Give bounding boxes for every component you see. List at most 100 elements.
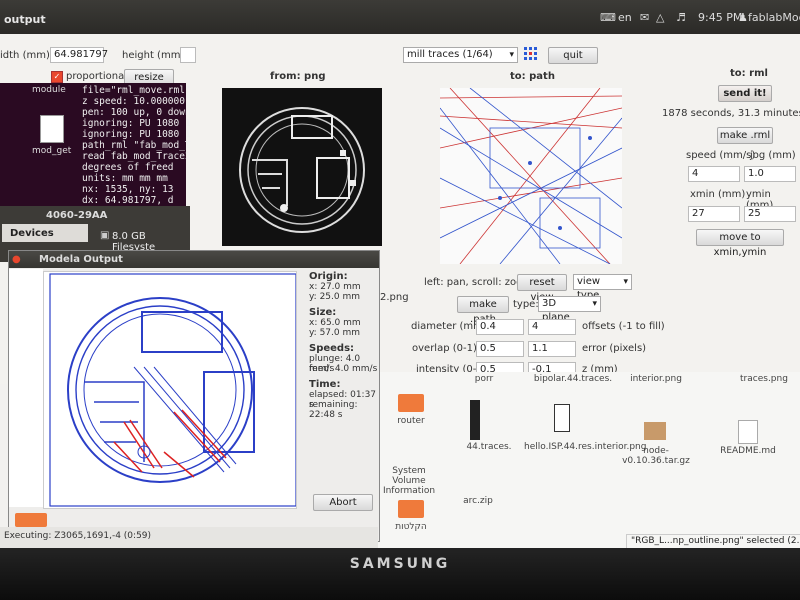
desktop-icon-mod-get[interactable]: mod_get xyxy=(32,146,71,156)
file-label[interactable]: bipolar.44.traces. xyxy=(528,374,618,384)
make-path-button[interactable]: make .path xyxy=(457,296,509,325)
volume-icon[interactable]: ♬ xyxy=(676,11,686,24)
height-label: height (mm): xyxy=(122,50,188,61)
reset-view-button[interactable]: reset view xyxy=(517,274,567,303)
folder-label[interactable]: System Volume Information xyxy=(378,466,440,496)
lang-indicator[interactable]: en xyxy=(618,11,632,24)
overlap-input[interactable]: 0.5 xyxy=(476,341,524,357)
selection-status-text: "RGB_L...np_outline.png" selected (2.3 k… xyxy=(631,536,800,546)
file-icon[interactable] xyxy=(40,115,64,143)
xmin-label: xmin (mm) xyxy=(690,189,746,200)
path-preview[interactable] xyxy=(439,87,623,265)
origin-x: x: 27.0 mm xyxy=(309,282,361,292)
archive-icon[interactable] xyxy=(644,422,666,440)
xmin-input[interactable]: 27 xyxy=(688,206,740,222)
size-label: Size: xyxy=(309,307,337,318)
file-label[interactable]: node-v0.10.36.tar.gz xyxy=(610,446,702,466)
grid-icon[interactable] xyxy=(524,47,538,61)
speed-label: speed (mm/s) xyxy=(686,150,756,161)
executing-status: Executing: Z3065,1691,-4 (0:59) xyxy=(4,531,152,541)
jog-label: jog (mm) xyxy=(750,150,796,161)
folder-icon[interactable] xyxy=(398,500,424,518)
user-icon: ♟ xyxy=(738,11,748,24)
speed-input[interactable]: 4 xyxy=(688,166,740,182)
devices-tab-label: Devices xyxy=(10,228,54,239)
time-estimate: 1878 seconds, 31.3 minutes, 0.52 xyxy=(662,108,800,119)
folder-label[interactable]: הקלטות xyxy=(386,522,436,532)
terminal-line: pen: 100 up, 0 down xyxy=(82,107,191,118)
abort-button[interactable]: Abort xyxy=(313,494,373,511)
devices-tab[interactable]: Devices xyxy=(2,224,88,242)
terminal-line: path_rml "fab_mod_T xyxy=(82,140,191,151)
top-panel: output ⌨ en ✉ △ ♬ 9:45 PM ♟ fablabMode xyxy=(0,0,800,34)
size-y: y: 57.0 mm xyxy=(309,328,360,338)
quit-button[interactable]: quit xyxy=(548,47,598,64)
offsets-label: offsets (-1 to fill) xyxy=(582,321,665,332)
modela-title: Modela Output xyxy=(39,254,123,265)
modela-title-bar: ● Modela Output xyxy=(9,251,379,268)
file-label[interactable]: interior.png xyxy=(626,374,686,384)
offsets-input[interactable]: 4 xyxy=(528,319,576,335)
window-title: output xyxy=(4,13,46,26)
feed-speed: feed: 4.0 mm/s xyxy=(309,364,378,374)
remaining-time: remaining: 22:48 s xyxy=(309,400,358,420)
speeds-label: Speeds: xyxy=(309,343,355,354)
file-label[interactable]: traces.png xyxy=(734,374,794,384)
height-input[interactable] xyxy=(180,47,196,63)
file-label[interactable]: arc.zip xyxy=(458,496,498,506)
from-png-heading: from: png xyxy=(270,71,326,82)
file-label[interactable]: README.md xyxy=(718,446,778,456)
terminal-line: nx: 1535, ny: 13 xyxy=(82,184,174,195)
desktop-icon-module[interactable]: module xyxy=(32,85,66,95)
move-xmin-ymin-button[interactable]: move to xmin,ymin xyxy=(696,229,784,258)
image-thumb[interactable] xyxy=(554,404,570,432)
png-preview[interactable] xyxy=(222,88,382,246)
jog-input[interactable]: 1.0 xyxy=(744,166,796,182)
size-x: x: 65.0 mm xyxy=(309,318,361,328)
to-rml-heading: to: rml xyxy=(730,68,768,79)
status-bar: Executing: Z3065,1691,-4 (0:59) xyxy=(0,527,378,548)
overlap-label: overlap (0-1) xyxy=(412,343,477,354)
modela-output-window: ● Modela Output Origin: x: 27.0 mm y: 25… xyxy=(8,250,380,542)
process-select[interactable]: mill traces (1/64) xyxy=(403,47,518,63)
width-input[interactable]: 64.981797 xyxy=(50,47,108,63)
progress-indicator xyxy=(15,513,47,527)
filename-fragment: 2.png xyxy=(380,292,409,303)
image-thumb[interactable] xyxy=(470,400,480,440)
error-label: error (pixels) xyxy=(582,343,647,354)
diameter-input[interactable]: 0.4 xyxy=(476,319,524,335)
terminal-line: dx: 64.981797, d xyxy=(82,195,174,206)
screen: output ⌨ en ✉ △ ♬ 9:45 PM ♟ fablabMode i… xyxy=(0,0,800,548)
folder-label[interactable]: router xyxy=(386,416,436,426)
proportional-checkbox[interactable]: ✓ xyxy=(51,71,63,83)
user-menu[interactable]: fablabMode xyxy=(748,11,800,24)
ymin-input[interactable]: 25 xyxy=(744,206,796,222)
clock[interactable]: 9:45 PM xyxy=(698,11,742,24)
time-label: Time: xyxy=(309,379,341,390)
terminal-window[interactable]: module mod_get file="rml_move.rml" z spe… xyxy=(0,83,191,213)
file-label[interactable]: hello.ISP.44.res.interior.png xyxy=(524,442,646,452)
text-file-icon[interactable] xyxy=(738,420,758,444)
terminal-line: degrees of freed xyxy=(82,162,174,173)
proportional-label: proportional xyxy=(66,71,127,82)
close-icon[interactable]: ● xyxy=(12,254,21,265)
terminal-line: read fab_mod_Trace2 xyxy=(82,151,191,162)
type-select[interactable]: 3D plane xyxy=(538,296,601,323)
terminal-line: ignoring: PU 1080 1 xyxy=(82,129,191,140)
terminal-line: z speed: 10.000000 xyxy=(82,96,185,107)
send-button[interactable]: send it! xyxy=(718,85,772,102)
mail-icon[interactable]: ✉ xyxy=(640,11,649,24)
keyboard-icon[interactable]: ⌨ xyxy=(600,11,616,24)
wifi-icon[interactable]: △ xyxy=(656,11,664,24)
toolpath-canvas[interactable] xyxy=(43,271,297,509)
file-browser: porr bipolar.44.traces. interior.png tra… xyxy=(378,372,800,548)
make-rml-button[interactable]: make .rml xyxy=(717,127,773,144)
view-hint: left: pan, scroll: zoom xyxy=(424,277,532,288)
error-input[interactable]: 1.1 xyxy=(528,341,576,357)
monitor: output ⌨ en ✉ △ ♬ 9:45 PM ♟ fablabMode i… xyxy=(0,0,800,600)
folder-icon[interactable] xyxy=(398,394,424,412)
file-label[interactable]: 44.traces. xyxy=(464,442,514,452)
selection-status: "RGB_L...np_outline.png" selected (2.3 k… xyxy=(626,534,800,548)
view-type-select[interactable]: view type xyxy=(573,274,632,301)
file-label[interactable]: porr xyxy=(454,374,514,384)
